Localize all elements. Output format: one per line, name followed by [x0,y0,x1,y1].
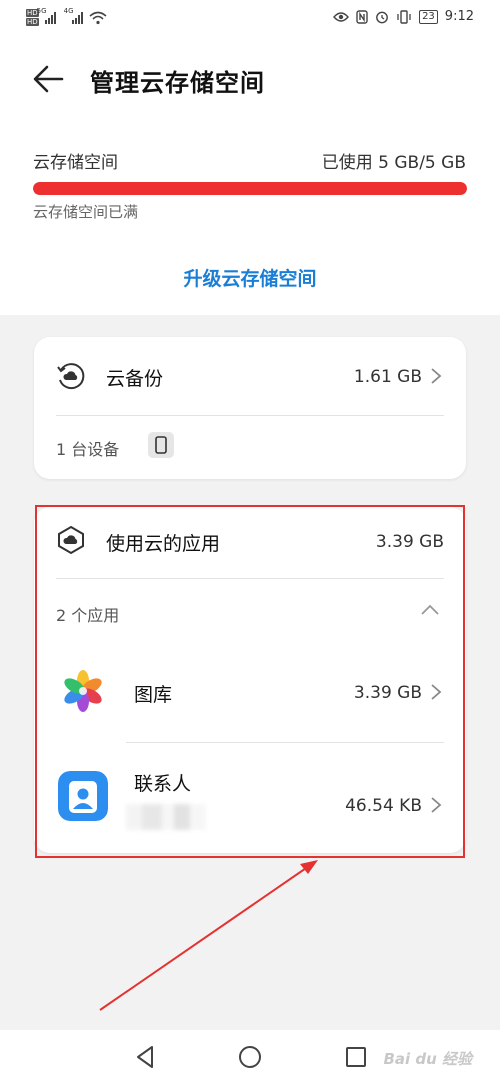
signal-icon: 5G [37,7,56,24]
storage-status: 云存储空间已满 [33,203,139,221]
annotation-highlight-box [35,505,465,858]
eye-icon [333,11,349,22]
storage-label: 云存储空间 [33,153,118,173]
home-nav-icon[interactable] [237,1044,263,1070]
storage-used-text: 已使用 5 GB/5 GB [321,153,466,173]
storage-progress-bar [33,182,467,195]
chevron-right-icon [431,368,442,384]
page-title: 管理云存储空间 [90,69,265,97]
divider [56,415,444,416]
wifi-icon [89,11,107,24]
phone-icon [148,432,174,458]
cloud-backup-icon [57,363,85,390]
alarm-icon [376,11,388,23]
back-nav-icon[interactable] [132,1044,158,1070]
cloud-backup-row[interactable]: 云备份 1.61 GB [34,337,466,415]
app-header: 管理云存储空间 [0,55,500,105]
watermark: Bai du 经验 [383,1050,472,1068]
cloud-backup-size: 1.61 GB [353,367,422,387]
device-count: 1 台设备 [56,440,120,459]
battery-icon: 23 [419,9,438,24]
status-bar: HD HD 5G 4G 23 9:12 [0,0,500,36]
vibrate-icon [397,9,411,24]
nfc-icon [356,9,368,24]
storage-progress-fill [33,182,467,195]
recents-nav-icon[interactable] [343,1044,369,1070]
cloud-backup-card[interactable]: 云备份 1.61 GB 1 台设备 [34,337,466,479]
status-time: 9:12 [444,9,474,24]
cloud-backup-title: 云备份 [106,368,164,390]
upgrade-storage-button[interactable]: 升级云存储空间 [0,264,500,291]
signal-icon-2: 4G [64,7,83,24]
back-arrow-icon[interactable] [32,64,64,94]
